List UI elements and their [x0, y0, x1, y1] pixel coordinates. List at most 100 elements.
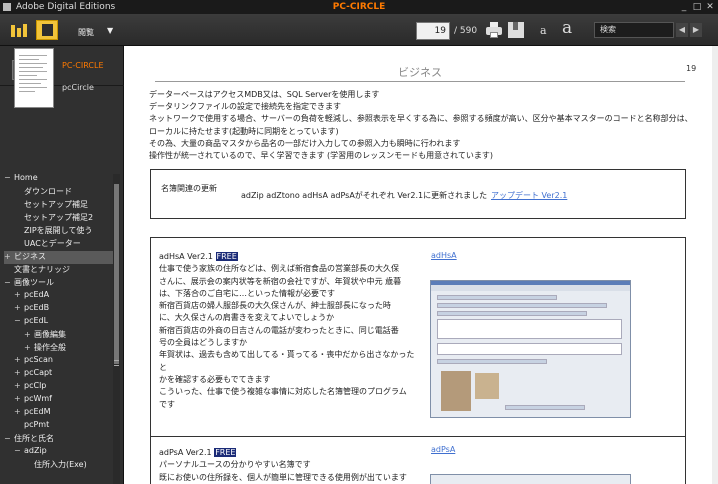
toc-item-label: pcEdM: [24, 407, 51, 416]
free-badge: FREE: [215, 252, 238, 261]
toc-item[interactable]: + ビジネス: [4, 251, 113, 264]
expand-icon[interactable]: +: [14, 303, 24, 312]
search-next-button[interactable]: ▶: [690, 23, 702, 37]
product-line: は、下落合のご自宅に…といった情報が必要です: [159, 288, 335, 298]
toc-item[interactable]: 住所入力(Exe): [24, 459, 113, 472]
view-menu-label[interactable]: 閲覧: [78, 27, 94, 38]
toc-item-label: pcEdL: [24, 316, 49, 325]
expand-icon[interactable]: +: [14, 290, 24, 299]
toc-item[interactable]: 文書とナリッジ: [4, 264, 113, 277]
collapse-icon[interactable]: −: [4, 278, 14, 287]
expand-icon[interactable]: +: [14, 407, 24, 416]
font-increase-button[interactable]: a: [562, 18, 572, 38]
toc-item-label: 操作全般: [34, 343, 66, 352]
collapse-icon[interactable]: −: [4, 173, 14, 182]
library-view-button[interactable]: [8, 20, 30, 40]
page-number-input[interactable]: 19: [416, 22, 450, 40]
search-prev-button[interactable]: ◀: [676, 23, 688, 37]
toc-item[interactable]: セットアップ補足: [14, 199, 113, 212]
toc-item-label: セットアップ補足2: [24, 213, 94, 222]
toc-item[interactable]: − pcEdL: [14, 316, 113, 329]
scrollbar-grip: [114, 360, 119, 366]
update-notice-box: 名簿関連の更新 adZip adZtono adHsA adPsAがそれぞれ V…: [150, 169, 686, 219]
intro-line: ネットワークで使用する場合、サーバーの負荷を軽減し、参照表示を早くする為に、参照…: [149, 114, 693, 124]
bookmark-icon[interactable]: [508, 22, 524, 38]
toc-item-label: 文書とナリッジ: [14, 265, 70, 274]
print-icon[interactable]: [486, 22, 502, 38]
toc-item-label: pcEdB: [24, 303, 50, 312]
minimize-button[interactable]: _: [678, 0, 690, 14]
intro-line: 操作性が統一されているので、早く学習できます (学習用のレッスンモードも用意され…: [149, 151, 493, 161]
toc-item[interactable]: ZIPを展開して使う: [14, 225, 113, 238]
expand-icon[interactable]: +: [14, 368, 24, 377]
toc-item-label: 住所入力(Exe): [34, 460, 87, 469]
product-line: かを確認する必要もでてきます: [159, 374, 271, 384]
page-number: 19: [686, 64, 697, 73]
update-text: adZip adZtono adHsA adPsAがそれぞれ Ver2.1に更新…: [241, 191, 488, 200]
product-description: adPsA Ver2.1 FREE パーソナルユースの分かりやすい名簿です 既に…: [159, 447, 421, 484]
toc-item-label: pcClp: [24, 381, 47, 390]
toc-item[interactable]: − Home: [4, 173, 113, 186]
reading-view-button[interactable]: [36, 20, 58, 40]
maximize-button[interactable]: □: [691, 0, 703, 14]
toc-item-label: 画像編集: [34, 330, 66, 339]
collapse-icon[interactable]: −: [14, 316, 24, 325]
toc-item-label: pcCapt: [24, 368, 53, 377]
product-line: さんに、展示会の案内状等を新宿の会社ですが、年賀状や中元 歳暮: [159, 276, 402, 286]
product-screenshot[interactable]: [430, 474, 631, 484]
scrollbar-thumb[interactable]: [114, 184, 119, 364]
content-scrollbar[interactable]: [712, 46, 718, 484]
toc-item-label: 画像ツール: [14, 278, 54, 287]
toc-item-label: pcPmt: [24, 420, 50, 429]
product-line: こういった、仕事で使う複雑な事情に対応した名簿管理のプログラム: [159, 387, 407, 397]
product-line: 号の全員はどうしますか: [159, 338, 247, 348]
product-screenshot[interactable]: [430, 280, 631, 418]
product-link-adhsa[interactable]: adHsA: [431, 251, 457, 260]
expand-icon[interactable]: +: [14, 394, 24, 403]
product-line: 既にお使いの住所録を、個人が簡単に管理できる使用例が出ています: [159, 472, 407, 482]
collapse-icon[interactable]: −: [4, 434, 14, 443]
toc-item[interactable]: + pcWmf: [14, 394, 113, 407]
expand-icon[interactable]: +: [4, 252, 14, 261]
expand-icon[interactable]: +: [24, 330, 34, 339]
product-box-adpsa: adPsA Ver2.1 FREE パーソナルユースの分かりやすい名簿です 既に…: [150, 437, 686, 484]
app-window: Adobe Digital Editions PC-CIRCLE _ □ ✕ 閲…: [0, 0, 718, 484]
book-cover[interactable]: [14, 48, 54, 108]
toc-scrollbar[interactable]: [113, 174, 120, 484]
toc-item[interactable]: pcPmt: [14, 420, 113, 433]
toc-item[interactable]: + pcEdA: [14, 290, 113, 303]
intro-line: ローカルに持たせます(起動時に同期をとっています): [149, 126, 339, 136]
toc-item[interactable]: ダウンロード: [14, 186, 113, 199]
expand-icon[interactable]: +: [24, 343, 34, 352]
product-name: adPsA Ver2.1: [159, 448, 212, 457]
toc-item[interactable]: UACとデーター: [14, 238, 113, 251]
update-link[interactable]: アップデート Ver2.1: [491, 190, 567, 201]
expand-icon[interactable]: +: [14, 355, 24, 364]
intro-line: その為、大量の商品マスタから品名の一部だけ入力しての参照入力も瞬時に行われます: [149, 138, 461, 148]
collapse-icon[interactable]: −: [14, 446, 24, 455]
intro-line: データーベースはアクセスMDB又は、SQL Serverを使用します: [149, 90, 380, 99]
toc-item[interactable]: + pcClp: [14, 381, 113, 394]
toc-item[interactable]: + pcCapt: [14, 368, 113, 381]
search-input[interactable]: 検索: [594, 22, 674, 38]
chevron-down-icon[interactable]: ▼: [107, 26, 113, 35]
toc-item[interactable]: + 操作全般: [24, 342, 113, 355]
toc-item-label: ダウンロード: [24, 187, 72, 196]
toc-item[interactable]: セットアップ補足2: [14, 212, 113, 225]
toc-item-label: UACとデーター: [24, 239, 81, 248]
toc-item[interactable]: − 画像ツール: [4, 277, 113, 290]
book-title: PC-CIRCLE: [62, 61, 104, 70]
font-decrease-button[interactable]: a: [540, 24, 547, 37]
toc-item[interactable]: + pcEdM: [14, 407, 113, 420]
table-of-contents: − Home ダウンロードセットアップ補足 セットアップ補足2 ZIPを展開して使う UA…: [4, 173, 120, 484]
toc-item-label: pcScan: [24, 355, 53, 364]
section-title: ビジネス: [155, 64, 685, 82]
product-link-adpsa[interactable]: adPsA: [431, 445, 455, 454]
toc-item[interactable]: − 住所と氏名: [4, 433, 113, 446]
toc-item[interactable]: + 画像編集: [24, 329, 113, 342]
toc-item[interactable]: + pcScan: [14, 355, 113, 368]
expand-icon[interactable]: +: [14, 381, 24, 390]
toc-item[interactable]: − adZip: [14, 446, 113, 459]
close-button[interactable]: ✕: [704, 0, 716, 14]
toc-item[interactable]: + pcEdB: [14, 303, 113, 316]
